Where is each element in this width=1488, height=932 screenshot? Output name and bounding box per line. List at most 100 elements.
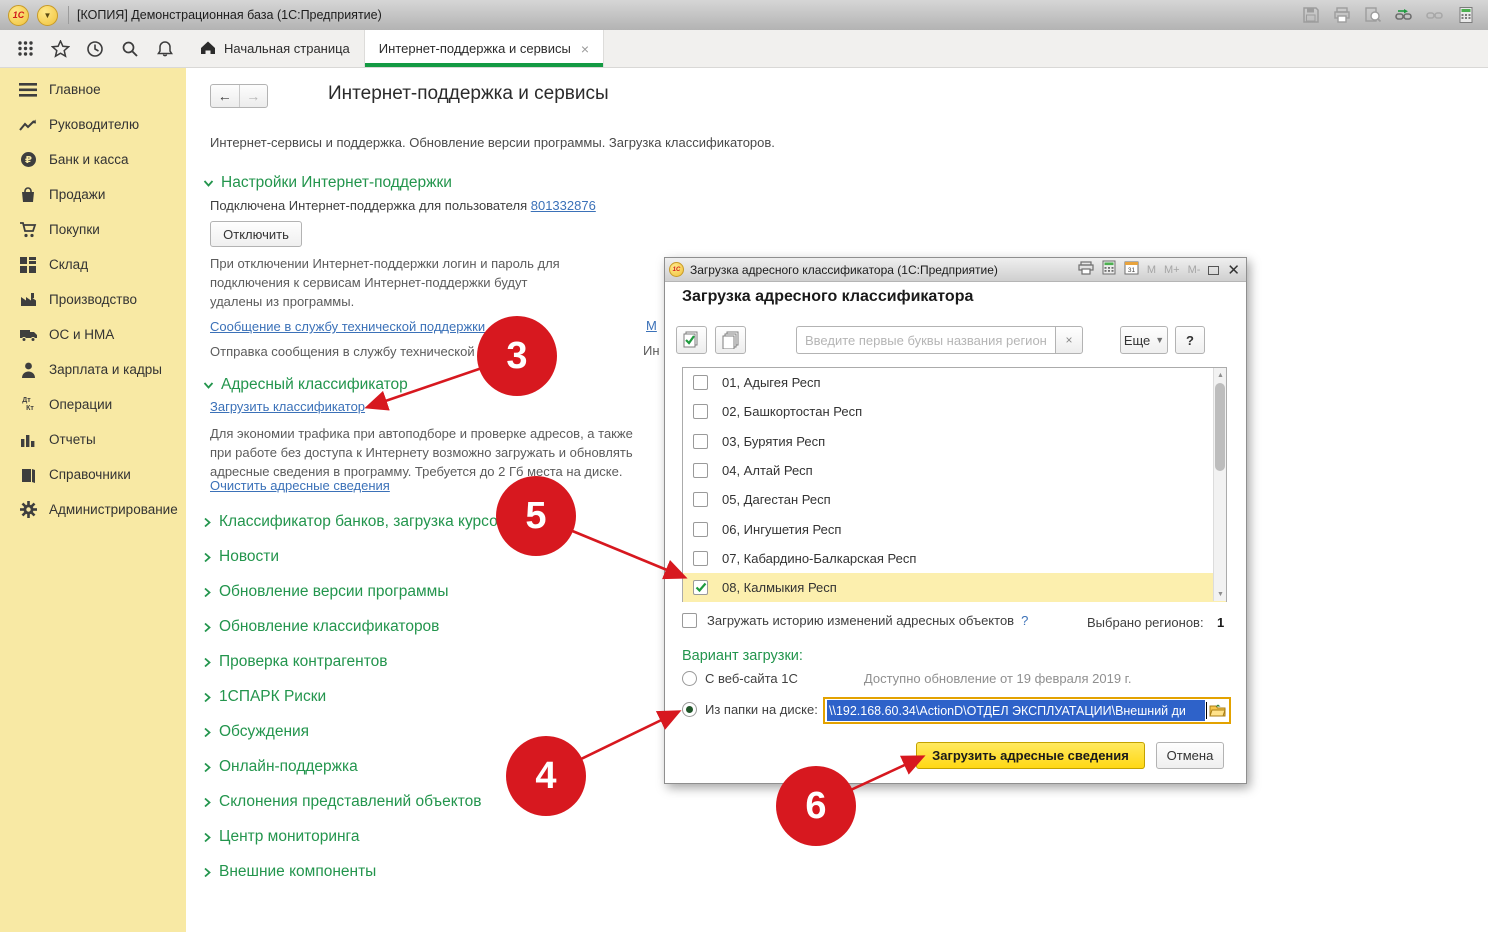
favorites-star-icon[interactable] — [47, 36, 73, 62]
section-declensions[interactable]: Склонения представлений объектов — [203, 793, 481, 811]
print-icon[interactable] — [1330, 3, 1354, 27]
folder-path-field[interactable]: \\192.168.60.34\ActionD\ОТДЕЛ ЭКСПЛУАТАЦ… — [823, 697, 1231, 724]
shopping-bag-icon — [18, 187, 38, 203]
scroll-up-icon[interactable]: ▲ — [1214, 368, 1227, 382]
section-monitoring-center[interactable]: Центр мониторинга — [203, 828, 359, 846]
web-site-radio[interactable] — [682, 671, 697, 686]
apps-grid-icon[interactable] — [12, 36, 38, 62]
notifications-bell-icon[interactable] — [152, 36, 178, 62]
search-clear-button[interactable]: × — [1055, 326, 1083, 354]
region-checkbox[interactable] — [693, 434, 708, 449]
help-button[interactable]: ? — [1175, 326, 1205, 354]
sidebar-item-warehouse[interactable]: Склад — [0, 247, 186, 282]
folder-open-icon[interactable] — [1207, 699, 1229, 722]
dialog-print-icon[interactable] — [1078, 261, 1094, 280]
section-internet-support[interactable]: Настройки Интернет-поддержки — [203, 174, 452, 192]
sidebar-item-main[interactable]: Главное — [0, 72, 186, 107]
section-classifier-update[interactable]: Обновление классификаторов — [203, 618, 439, 636]
tab-internet-support[interactable]: Интернет-поддержка и сервисы × — [365, 30, 604, 67]
scroll-down-icon[interactable]: ▼ — [1214, 587, 1227, 601]
region-row[interactable]: 07, Кабардино-Балкарская Респ — [683, 544, 1226, 573]
disconnect-button[interactable]: Отключить — [210, 221, 302, 247]
cancel-button[interactable]: Отмена — [1156, 742, 1224, 769]
dialog-close-icon[interactable]: ✕ — [1227, 263, 1240, 278]
section-1spark[interactable]: 1СПАРК Риски — [203, 688, 326, 706]
back-button[interactable]: ← — [211, 85, 240, 107]
region-row[interactable]: 04, Алтай Респ — [683, 456, 1226, 485]
calculator-icon[interactable] — [1454, 3, 1478, 27]
section-external-components[interactable]: Внешние компоненты — [203, 863, 376, 881]
history-icon[interactable] — [82, 36, 108, 62]
region-row[interactable]: 05, Дагестан Респ — [683, 485, 1226, 514]
sidebar-item-os-nma[interactable]: ОС и НМА — [0, 317, 186, 352]
region-row[interactable]: 03, Бурятия Респ — [683, 427, 1226, 456]
dialog-calculator-icon[interactable] — [1102, 260, 1116, 280]
chevron-right-icon — [203, 867, 212, 878]
sidebar-item-administration[interactable]: Администрирование — [0, 492, 186, 527]
list-scrollbar[interactable]: ▲ ▼ — [1213, 368, 1226, 601]
tab-home[interactable]: Начальная страница — [186, 30, 365, 67]
region-row[interactable]: 01, Адыгея Респ — [683, 368, 1226, 397]
memory-recall-button[interactable]: M — [1147, 264, 1156, 276]
section-online-support[interactable]: Онлайн-поддержка — [203, 758, 358, 776]
sidebar-item-production[interactable]: Производство — [0, 282, 186, 317]
load-classifier-link[interactable]: Загрузить классификатор — [210, 399, 365, 414]
memory-add-button[interactable]: M+ — [1164, 264, 1180, 276]
region-checkbox[interactable] — [693, 522, 708, 537]
load-address-data-button[interactable]: Загрузить адресные сведения — [916, 742, 1145, 769]
section-address-classifier[interactable]: Адресный классификатор — [203, 376, 408, 394]
clear-address-link[interactable]: Очистить адресные сведения — [210, 478, 390, 493]
save-icon[interactable] — [1299, 3, 1323, 27]
memory-subtract-button[interactable]: M- — [1188, 264, 1201, 276]
section-counterparty-check[interactable]: Проверка контрагентов — [203, 653, 387, 671]
section-discussions[interactable]: Обсуждения — [203, 723, 309, 741]
region-checkbox[interactable] — [693, 404, 708, 419]
region-checkbox[interactable] — [693, 463, 708, 478]
sidebar-item-purchases[interactable]: Покупки — [0, 212, 186, 247]
add-link-icon[interactable] — [1392, 3, 1416, 27]
maximize-icon[interactable] — [1208, 266, 1219, 275]
chevron-down-icon — [203, 179, 214, 188]
sidebar-item-sales[interactable]: Продажи — [0, 177, 186, 212]
link-icon[interactable] — [1423, 3, 1447, 27]
sidebar-item-bank[interactable]: ₽ Банк и касса — [0, 142, 186, 177]
history-checkbox[interactable] — [682, 613, 697, 628]
region-checkbox[interactable] — [693, 551, 708, 566]
print-preview-icon[interactable] — [1361, 3, 1385, 27]
dialog-calendar-icon[interactable]: 31 — [1124, 260, 1139, 280]
chevron-right-icon — [203, 832, 212, 843]
scroll-thumb[interactable] — [1215, 383, 1225, 471]
section-bank-classifier[interactable]: Классификатор банков, загрузка курсо — [203, 513, 498, 531]
more-button[interactable]: Еще▼ — [1120, 326, 1168, 354]
forward-button[interactable]: → — [240, 85, 268, 107]
hidden-link-fragment[interactable]: М — [646, 318, 657, 333]
sidebar-item-manager[interactable]: Руководителю — [0, 107, 186, 142]
tab-close-icon[interactable]: × — [581, 42, 589, 56]
section-news[interactable]: Новости — [203, 548, 279, 566]
annotation-circle-3: 3 — [477, 316, 557, 396]
main-menu-button[interactable]: ▼ — [37, 5, 58, 26]
uncheck-all-button[interactable] — [715, 326, 746, 354]
annotation-circle-5: 5 — [496, 476, 576, 556]
sidebar-item-reports[interactable]: Отчеты — [0, 422, 186, 457]
region-checkbox-checked[interactable] — [693, 580, 708, 595]
region-checkbox[interactable] — [693, 375, 708, 390]
history-help-link[interactable]: ? — [1021, 613, 1028, 628]
tab-internet-support-label: Интернет-поддержка и сервисы — [379, 41, 571, 56]
section-version-update[interactable]: Обновление версии программы — [203, 583, 448, 601]
disk-folder-radio[interactable] — [682, 702, 697, 717]
sidebar-item-salary[interactable]: Зарплата и кадры — [0, 352, 186, 387]
sidebar-item-references[interactable]: Справочники — [0, 457, 186, 492]
search-icon[interactable] — [117, 36, 143, 62]
dialog-titlebar[interactable]: 1С Загрузка адресного классификатора (1С… — [665, 258, 1246, 282]
sidebar: Главное Руководителю ₽ Банк и касса Прод… — [0, 68, 186, 932]
sidebar-item-operations[interactable]: Дт Кт Операции — [0, 387, 186, 422]
region-search-input[interactable] — [796, 326, 1055, 354]
region-checkbox[interactable] — [693, 492, 708, 507]
region-row[interactable]: 06, Ингушетия Респ — [683, 514, 1226, 543]
user-id-link[interactable]: 801332876 — [531, 198, 596, 213]
check-all-button[interactable] — [676, 326, 707, 354]
support-message-link[interactable]: Сообщение в службу технической поддержки — [210, 319, 485, 334]
region-row[interactable]: 02, Башкортостан Респ — [683, 397, 1226, 426]
region-row-selected[interactable]: 08, Калмыкия Респ — [683, 573, 1226, 602]
